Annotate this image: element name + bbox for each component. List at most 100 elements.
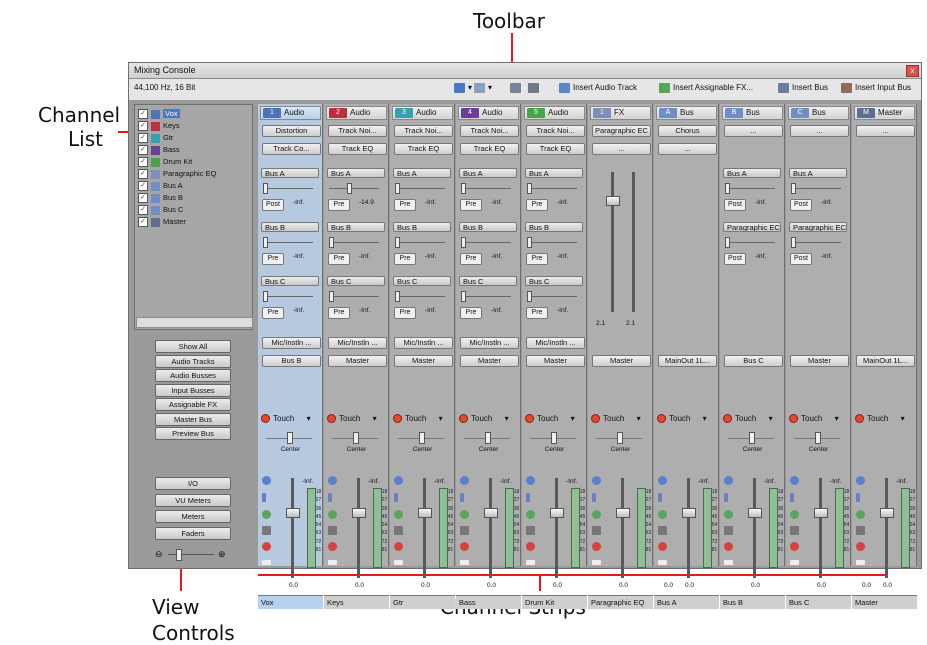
dim-button[interactable]	[528, 83, 542, 95]
plugin-chain-icon[interactable]	[658, 510, 667, 519]
arm-icon[interactable]	[658, 493, 662, 502]
plugin-chain-icon[interactable]	[526, 510, 535, 519]
fx-chain-button[interactable]: Chorus	[658, 125, 717, 137]
arm-icon[interactable]	[724, 493, 728, 502]
mute-icon[interactable]	[328, 560, 337, 565]
volume-fader-track[interactable]	[555, 478, 558, 578]
input-select-button[interactable]: Mic/Instln ...	[526, 337, 585, 349]
send-bus-button[interactable]: Bus A	[261, 168, 319, 178]
automation-mode[interactable]: Touch ▾	[723, 413, 783, 425]
insert-audio-track-button[interactable]: Insert Audio Track	[559, 83, 637, 95]
pre-post-toggle[interactable]: Pre	[394, 253, 416, 265]
send-slider-knob[interactable]	[263, 291, 268, 302]
pre-post-toggle[interactable]: Post	[262, 199, 284, 211]
volume-fader-knob[interactable]	[286, 508, 300, 518]
send-slider-knob[interactable]	[461, 291, 466, 302]
eq-icon[interactable]	[658, 526, 667, 535]
send-slider-knob[interactable]	[263, 183, 268, 194]
send-bus-button[interactable]: Bus A	[789, 168, 847, 178]
volume-fader-track[interactable]	[687, 478, 690, 578]
automation-mode[interactable]: Touch ▾	[789, 413, 849, 425]
channel-list-item[interactable]: ✓ Vox	[138, 108, 180, 120]
strip-name[interactable]: Paragraphic EQ	[588, 595, 653, 609]
volume-fader-track[interactable]	[357, 478, 360, 578]
strip-header[interactable]: 4 Audio	[458, 106, 519, 120]
arm-icon[interactable]	[394, 493, 398, 502]
pre-post-toggle[interactable]: Pre	[460, 307, 482, 319]
send-slider-track[interactable]	[527, 296, 577, 297]
strip-name[interactable]: Vox	[258, 595, 323, 609]
pre-post-toggle[interactable]: Pre	[328, 307, 350, 319]
plugin-chain-icon[interactable]	[790, 510, 799, 519]
pre-post-toggle[interactable]: Post	[790, 253, 812, 265]
view-button[interactable]: Show All	[155, 340, 231, 353]
record-icon[interactable]	[460, 542, 469, 551]
volume-fader-track[interactable]	[885, 478, 888, 578]
record-icon[interactable]	[526, 542, 535, 551]
plugin-chain-icon[interactable]	[724, 510, 733, 519]
send-bus-button[interactable]: Bus C	[525, 276, 583, 286]
zoom-slider[interactable]	[168, 554, 214, 555]
pre-post-toggle[interactable]: Pre	[526, 307, 548, 319]
arm-icon[interactable]	[592, 493, 596, 502]
phase-icon[interactable]	[262, 476, 271, 485]
strip-header[interactable]: 5 Audio	[524, 106, 585, 120]
layout-menu-button[interactable]: ▾	[454, 83, 472, 95]
fx-fader-track[interactable]	[611, 172, 614, 312]
view-button[interactable]: Audio Tracks	[155, 354, 231, 368]
view-button[interactable]: Faders	[155, 526, 231, 540]
checkbox[interactable]: ✓	[138, 109, 148, 120]
checkbox[interactable]: ✓	[138, 145, 148, 156]
fx-chain-button[interactable]: Track Noi...	[394, 125, 453, 137]
mute-icon[interactable]	[526, 560, 535, 565]
send-slider-knob[interactable]	[527, 237, 532, 248]
channel-list-item[interactable]: ✓ Bus C	[138, 204, 183, 216]
volume-fader-track[interactable]	[819, 478, 822, 578]
eq-icon[interactable]	[592, 526, 601, 535]
arm-icon[interactable]	[790, 493, 794, 502]
record-icon[interactable]	[328, 542, 337, 551]
send-slider-track[interactable]	[461, 188, 511, 189]
arm-icon[interactable]	[460, 493, 464, 502]
mute-icon[interactable]	[394, 560, 403, 565]
send-slider-track[interactable]	[791, 242, 841, 243]
channel-list-item[interactable]: ✓ Bass	[138, 144, 180, 156]
send-slider-track[interactable]	[329, 188, 379, 189]
send-slider-track[interactable]	[329, 296, 379, 297]
strip-header[interactable]: C Bus	[788, 106, 849, 120]
output-select-button[interactable]: Master	[394, 355, 453, 367]
automation-mode[interactable]: Touch ▾	[459, 413, 519, 425]
plugin-chain-icon[interactable]	[262, 510, 271, 519]
send-slider-knob[interactable]	[725, 183, 730, 194]
volume-fader-track[interactable]	[621, 478, 624, 578]
phase-icon[interactable]	[328, 476, 337, 485]
strip-header[interactable]: 3 Audio	[392, 106, 453, 120]
volume-fader-knob[interactable]	[682, 508, 696, 518]
eq-icon[interactable]	[724, 526, 733, 535]
send-slider-track[interactable]	[725, 242, 775, 243]
strip-header[interactable]: 2 Audio	[326, 106, 387, 120]
channel-list-item[interactable]: ✓ Drum Kit	[138, 156, 192, 168]
channel-list-item[interactable]: ✓ Paragraphic EQ	[138, 168, 216, 180]
send-slider-track[interactable]	[527, 188, 577, 189]
fx-chain-button[interactable]: ...	[790, 125, 849, 137]
automation-mode[interactable]: Touch ▾	[393, 413, 453, 425]
volume-fader-knob[interactable]	[880, 508, 894, 518]
automation-mode[interactable]: Touch ▾	[261, 413, 321, 425]
automation-mode[interactable]: Touch ▾	[657, 413, 717, 425]
arm-icon[interactable]	[856, 493, 860, 502]
plugin-chain-icon[interactable]	[856, 510, 865, 519]
strip-name[interactable]: Bus C	[786, 595, 851, 609]
pan-slider-knob[interactable]	[353, 432, 359, 444]
input-select-button[interactable]: Mic/Instln ...	[394, 337, 453, 349]
view-button[interactable]: Meters	[155, 510, 231, 523]
pan-slider-knob[interactable]	[551, 432, 557, 444]
strip-name[interactable]: Drum Kit	[522, 595, 587, 609]
pre-post-toggle[interactable]: Pre	[328, 199, 350, 211]
output-select-button[interactable]: Bus B	[262, 355, 321, 367]
send-slider-track[interactable]	[395, 188, 445, 189]
plugin-chain-icon[interactable]	[394, 510, 403, 519]
send-slider-track[interactable]	[263, 242, 313, 243]
send-slider-knob[interactable]	[527, 291, 532, 302]
phase-icon[interactable]	[526, 476, 535, 485]
